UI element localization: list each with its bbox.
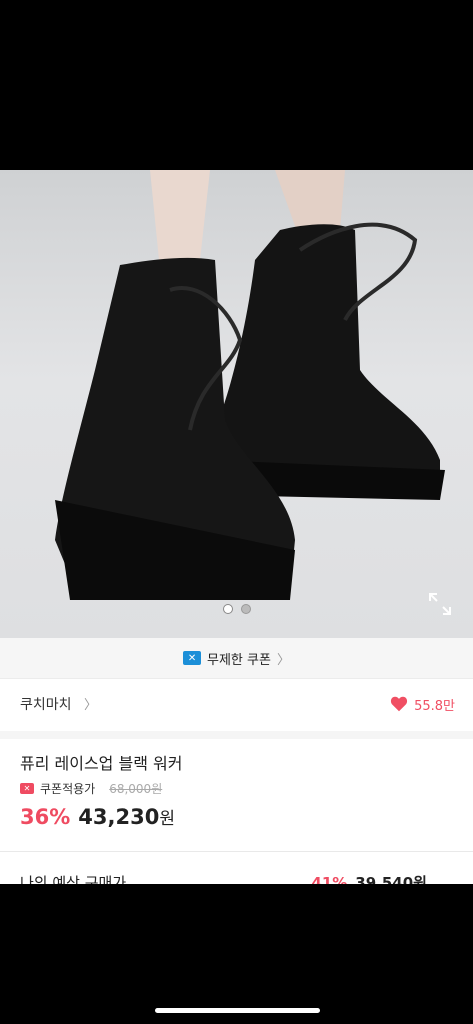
bottom-area (0, 884, 473, 1024)
sale-price-unit: 원 (159, 809, 175, 829)
coupon-applied-label: 쿠폰적용가 (40, 782, 96, 796)
chevron-right-icon: 〉 (83, 698, 97, 713)
coupon-banner[interactable]: ✕ 무제한 쿠폰 〉 (0, 638, 473, 679)
top-bar (0, 0, 473, 170)
pagination-dot-active[interactable] (222, 604, 233, 614)
fullscreen-icon[interactable] (426, 590, 454, 618)
coupon-icon: ✕ (20, 783, 34, 794)
estimated-discount: 41% (311, 873, 348, 885)
coupon-icon: ✕ (183, 651, 202, 665)
boots-illustration (55, 170, 445, 600)
coupon-price-row: ✕ 쿠폰적용가 68,000원 (20, 780, 162, 797)
estimated-price-row[interactable]: 나의 예상 구매가 41% 39,540원 ︿ (20, 872, 450, 885)
brand-link[interactable]: 쿠치마치 〉 (20, 694, 97, 714)
chevron-up-icon[interactable]: ︿ (435, 872, 450, 884)
pagination-dot[interactable] (240, 604, 251, 614)
heart-icon (391, 696, 408, 712)
brand-row: 쿠치마치 〉 55.8만 (20, 694, 455, 714)
home-indicator[interactable] (155, 1008, 320, 1013)
like-count: 55.8만 (414, 698, 455, 714)
divider-line (0, 851, 473, 852)
like-button[interactable]: 55.8만 (390, 695, 455, 714)
gallery-pagination (0, 604, 473, 616)
discount-rate: 36% (20, 805, 71, 829)
coupon-banner-label: 무제한 쿠폰 (207, 652, 271, 668)
chevron-right-icon: 〉 (276, 652, 290, 668)
estimated-price-label: 나의 예상 구매가 (20, 874, 127, 884)
sale-price-number: 43,230 (78, 805, 160, 829)
product-image[interactable] (0, 170, 473, 638)
estimated-price: 39,540원 (355, 874, 427, 884)
brand-name: 쿠치마치 (20, 697, 72, 713)
section-divider (0, 731, 473, 739)
price-row: 36% 43,230원 (20, 804, 175, 829)
product-title: 퓨리 레이스업 블랙 워커 (20, 754, 183, 773)
original-price: 68,000원 (109, 782, 163, 796)
sale-price: 43,230원 (78, 804, 175, 829)
